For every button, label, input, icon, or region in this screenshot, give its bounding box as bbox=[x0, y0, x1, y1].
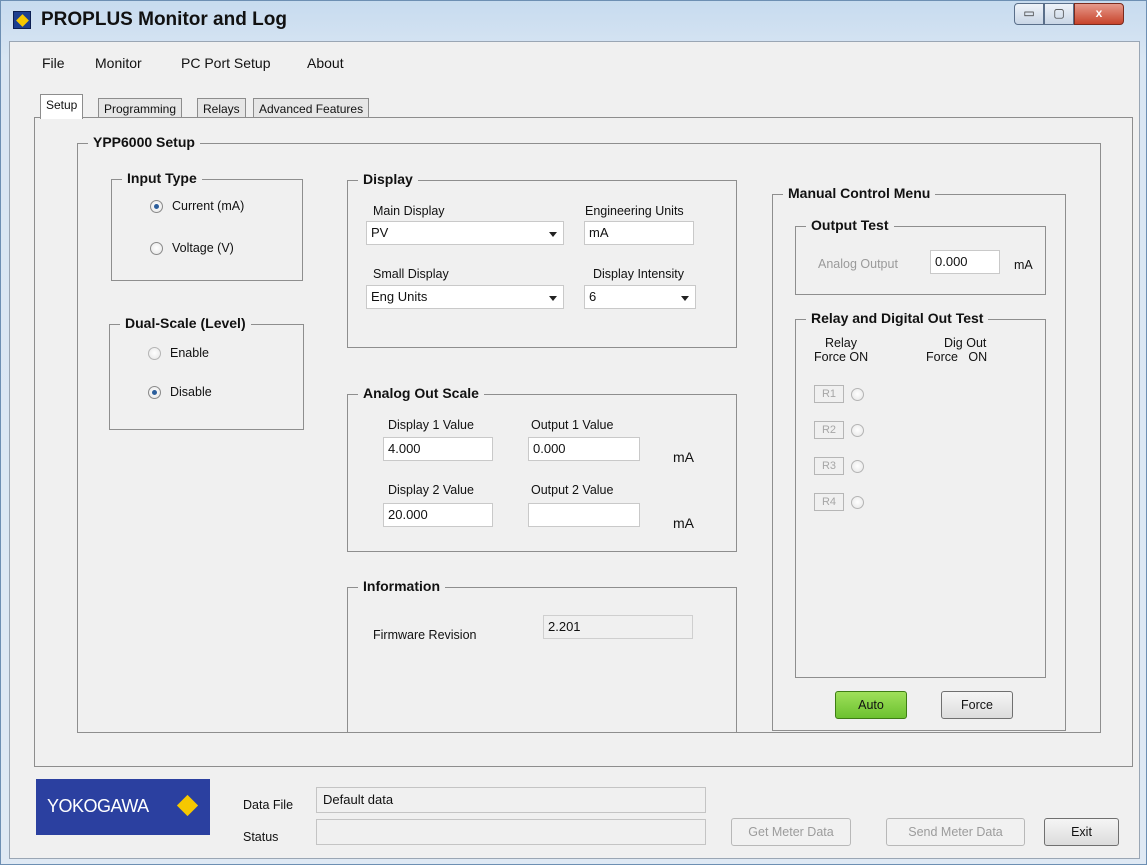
output1-input[interactable]: 0.000 bbox=[528, 437, 640, 461]
analog-out-scale-title: Analog Out Scale bbox=[358, 385, 484, 401]
information-group: Information Firmware Revision 2.201 bbox=[347, 578, 737, 733]
relay-r4-force-button[interactable]: R4 bbox=[814, 493, 844, 511]
relay-r2-force-button[interactable]: R2 bbox=[814, 421, 844, 439]
minimize-button[interactable]: ▭ bbox=[1014, 3, 1044, 25]
data-file-label: Data File bbox=[243, 798, 294, 812]
dig-out-force-on-header: Force ON bbox=[926, 350, 988, 364]
disable-radio[interactable] bbox=[148, 386, 161, 399]
main-display-label: Main Display bbox=[373, 204, 445, 218]
relay-r3-on-indicator bbox=[851, 460, 864, 473]
relay-r4-on-indicator bbox=[851, 496, 864, 509]
output-test-group: Output Test Analog Output 0.000 mA bbox=[795, 217, 1046, 295]
analog-output-label: Analog Output bbox=[818, 257, 898, 271]
enable-radio[interactable] bbox=[148, 347, 161, 360]
status-label: Status bbox=[243, 830, 279, 844]
client-area: File Monitor PC Port Setup About Setup P… bbox=[9, 41, 1140, 859]
dropdown-arrow-icon bbox=[549, 232, 557, 237]
dropdown-arrow-icon bbox=[549, 296, 557, 301]
voltage-radio[interactable] bbox=[150, 242, 163, 255]
exit-button[interactable]: Exit bbox=[1044, 818, 1119, 846]
dual-scale-group: Dual-Scale (Level) Enable Disable bbox=[109, 315, 304, 430]
ypp6000-setup-title: YPP6000 Setup bbox=[88, 134, 200, 150]
tab-setup[interactable]: Setup bbox=[40, 94, 84, 119]
relay-r2-on-indicator bbox=[851, 424, 864, 437]
tab-relays[interactable]: Relays bbox=[197, 98, 246, 118]
output1-unit: mA bbox=[673, 449, 694, 465]
menu-about[interactable]: About bbox=[307, 55, 344, 71]
logo-diamond-icon bbox=[176, 794, 199, 817]
get-meter-data-button[interactable]: Get Meter Data bbox=[731, 818, 851, 846]
dual-scale-title: Dual-Scale (Level) bbox=[120, 315, 251, 331]
logo-text: YOKOGAWA bbox=[47, 796, 149, 816]
yokogawa-logo: YOKOGAWA bbox=[36, 779, 210, 835]
voltage-label: Voltage (V) bbox=[172, 241, 234, 255]
display-group: Display Main Display PV Engineering Unit… bbox=[347, 171, 737, 348]
input-type-title: Input Type bbox=[122, 170, 202, 186]
analog-out-scale-group: Analog Out Scale Display 1 Value 4.000 O… bbox=[347, 385, 737, 552]
send-meter-data-button[interactable]: Send Meter Data bbox=[886, 818, 1025, 846]
menu-pc-port-setup[interactable]: PC Port Setup bbox=[181, 55, 271, 71]
display-intensity-select[interactable]: 6 bbox=[584, 285, 696, 309]
app-window: PROPLUS Monitor and Log ▭ ▢ x File Monit… bbox=[0, 0, 1147, 865]
output2-label: Output 2 Value bbox=[531, 483, 614, 497]
dig-out-header: Dig Out bbox=[944, 336, 987, 350]
display-intensity-label: Display Intensity bbox=[593, 267, 685, 281]
app-icon bbox=[13, 11, 31, 29]
relay-header: Relay bbox=[825, 336, 857, 350]
display1-label: Display 1 Value bbox=[388, 418, 474, 432]
status-field bbox=[316, 819, 706, 845]
close-button[interactable]: x bbox=[1074, 3, 1124, 25]
relay-digital-out-test-title: Relay and Digital Out Test bbox=[806, 310, 989, 326]
force-button[interactable]: Force bbox=[941, 691, 1013, 719]
analog-output-unit: mA bbox=[1014, 258, 1033, 272]
small-display-label: Small Display bbox=[373, 267, 449, 281]
output-test-title: Output Test bbox=[806, 217, 894, 233]
auto-button[interactable]: Auto bbox=[835, 691, 907, 719]
firmware-revision-label: Firmware Revision bbox=[373, 628, 477, 642]
output1-label: Output 1 Value bbox=[531, 418, 614, 432]
tab-programming[interactable]: Programming bbox=[98, 98, 183, 118]
firmware-revision-value: 2.201 bbox=[543, 615, 693, 639]
title-bar[interactable]: PROPLUS Monitor and Log ▭ ▢ x bbox=[1, 1, 1146, 41]
data-file-field: Default data bbox=[316, 787, 706, 813]
menu-bar: File Monitor PC Port Setup About bbox=[10, 42, 1139, 82]
relay-force-on-header: Force ON bbox=[814, 350, 869, 364]
main-display-select[interactable]: PV bbox=[366, 221, 564, 245]
display2-input[interactable]: 20.000 bbox=[383, 503, 493, 527]
engineering-units-input[interactable]: mA bbox=[584, 221, 694, 245]
disable-label: Disable bbox=[170, 385, 212, 399]
output2-unit: mA bbox=[673, 515, 694, 531]
tab-advanced-features[interactable]: Advanced Features bbox=[253, 98, 370, 118]
ypp6000-setup-group: YPP6000 Setup Input Type Current (mA) Vo… bbox=[77, 134, 1101, 733]
input-type-group: Input Type Current (mA) Voltage (V) bbox=[111, 170, 303, 281]
analog-output-input[interactable]: 0.000 bbox=[930, 250, 1000, 274]
manual-control-menu-group: Manual Control Menu Output Test Analog O… bbox=[772, 185, 1066, 731]
small-display-value: Eng Units bbox=[371, 289, 428, 304]
manual-control-menu-title: Manual Control Menu bbox=[783, 185, 936, 201]
engineering-units-label: Engineering Units bbox=[585, 204, 684, 218]
display1-input[interactable]: 4.000 bbox=[383, 437, 493, 461]
enable-label: Enable bbox=[170, 346, 209, 360]
menu-file[interactable]: File bbox=[42, 55, 65, 71]
information-title: Information bbox=[358, 578, 445, 594]
menu-monitor[interactable]: Monitor bbox=[95, 55, 142, 71]
main-display-value: PV bbox=[371, 225, 389, 240]
setup-tab-panel: YPP6000 Setup Input Type Current (mA) Vo… bbox=[34, 117, 1133, 767]
current-radio[interactable] bbox=[150, 200, 163, 213]
maximize-button[interactable]: ▢ bbox=[1044, 3, 1074, 25]
display-title: Display bbox=[358, 171, 418, 187]
relay-digital-out-test-group: Relay and Digital Out Test Relay Force O… bbox=[795, 310, 1046, 678]
dropdown-arrow-icon bbox=[681, 296, 689, 301]
output2-input[interactable] bbox=[528, 503, 640, 527]
relay-r3-force-button[interactable]: R3 bbox=[814, 457, 844, 475]
display2-label: Display 2 Value bbox=[388, 483, 474, 497]
window-title: PROPLUS Monitor and Log bbox=[41, 9, 287, 30]
relay-r1-on-indicator bbox=[851, 388, 864, 401]
current-label: Current (mA) bbox=[172, 199, 245, 213]
display-intensity-value: 6 bbox=[589, 289, 597, 304]
small-display-select[interactable]: Eng Units bbox=[366, 285, 564, 309]
relay-r1-force-button[interactable]: R1 bbox=[814, 385, 844, 403]
